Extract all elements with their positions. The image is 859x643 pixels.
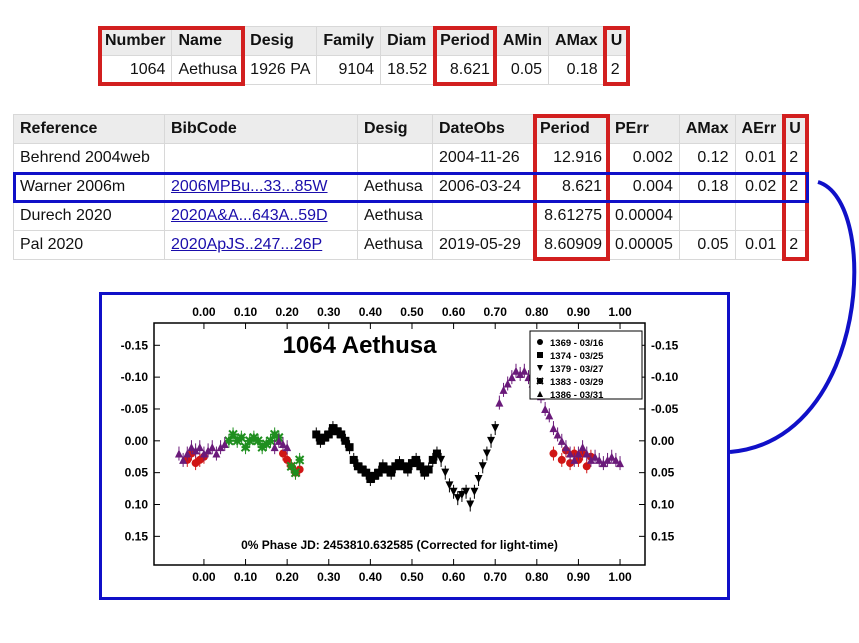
x-tick-label-bottom: 0.10 <box>234 570 258 584</box>
y-tick-label-left: 0.10 <box>125 498 149 512</box>
data-point <box>549 449 558 458</box>
x-tick-label-bottom: 1.00 <box>608 570 632 584</box>
data-point <box>294 455 305 465</box>
x-tick-label-top: 0.60 <box>442 305 466 319</box>
x-tick-label-top: 0.30 <box>317 305 341 319</box>
y-tick-label-right: -0.10 <box>651 370 679 384</box>
legend-label: 1386 - 03/31 <box>550 390 604 401</box>
legend-label: 1379 - 03/27 <box>550 364 603 375</box>
lightcurve-plot: 0.00 0.00 0.10 0.10 0.20 0.20 0.30 0.30 0.40 0.40… <box>121 305 679 584</box>
legend-marker <box>537 339 543 345</box>
legend-label: 1369 - 03/16 <box>550 338 603 349</box>
connector-path <box>729 180 857 454</box>
x-tick-label-top: 1.00 <box>608 305 632 319</box>
x-tick-label-top: 0.90 <box>567 305 591 319</box>
x-tick-label-top: 0.10 <box>234 305 258 319</box>
x-tick-label-top: 0.00 <box>192 305 216 319</box>
data-point <box>424 465 433 474</box>
x-tick-label-bottom: 0.20 <box>275 570 299 584</box>
y-tick-label-left: 0.15 <box>125 529 149 543</box>
y-tick-label-left: -0.10 <box>121 370 149 384</box>
y-tick-label-right: -0.05 <box>651 402 679 416</box>
x-tick-label-top: 0.50 <box>400 305 424 319</box>
x-tick-label-top: 0.70 <box>484 305 508 319</box>
x-tick-label-bottom: 0.00 <box>192 570 216 584</box>
legend-label: 1374 - 03/25 <box>550 351 604 362</box>
x-tick-label-bottom: 0.40 <box>359 570 383 584</box>
y-tick-label-left: -0.15 <box>121 338 149 352</box>
x-tick-label-bottom: 0.50 <box>400 570 424 584</box>
legend-marker <box>536 377 544 385</box>
data-point <box>236 432 247 443</box>
legend-marker <box>537 352 543 358</box>
x-tick-label-bottom: 0.30 <box>317 570 341 584</box>
y-tick-label-right: 0.10 <box>651 498 675 512</box>
lightcurve-plot-frame: 0.00 0.00 0.10 0.10 0.20 0.20 0.30 0.30 0.40 0.40… <box>99 292 730 600</box>
data-point <box>290 467 301 478</box>
y-tick-label-left: 0.00 <box>125 434 149 448</box>
x-tick-label-top: 0.40 <box>359 305 383 319</box>
y-tick-label-right: 0.00 <box>651 434 675 448</box>
y-tick-label-left: -0.05 <box>121 402 149 416</box>
y-tick-label-right: -0.15 <box>651 338 679 352</box>
legend-label: 1383 - 03/29 <box>550 377 603 388</box>
y-tick-label-right: 0.15 <box>651 529 675 543</box>
plot-title: 1064 Aethusa <box>283 332 438 359</box>
x-tick-label-bottom: 0.70 <box>484 570 508 584</box>
x-tick-label-bottom: 0.60 <box>442 570 466 584</box>
x-tick-label-bottom: 0.80 <box>525 570 549 584</box>
x-tick-label-top: 0.80 <box>525 305 549 319</box>
y-tick-label-left: 0.05 <box>125 466 149 480</box>
x-tick-label-top: 0.20 <box>275 305 299 319</box>
data-point <box>345 443 354 452</box>
plot-footer: 0% Phase JD: 2453810.632585 (Corrected f… <box>241 538 558 552</box>
x-tick-label-bottom: 0.90 <box>567 570 591 584</box>
y-tick-label-right: 0.05 <box>651 466 675 480</box>
data-point <box>557 455 566 464</box>
